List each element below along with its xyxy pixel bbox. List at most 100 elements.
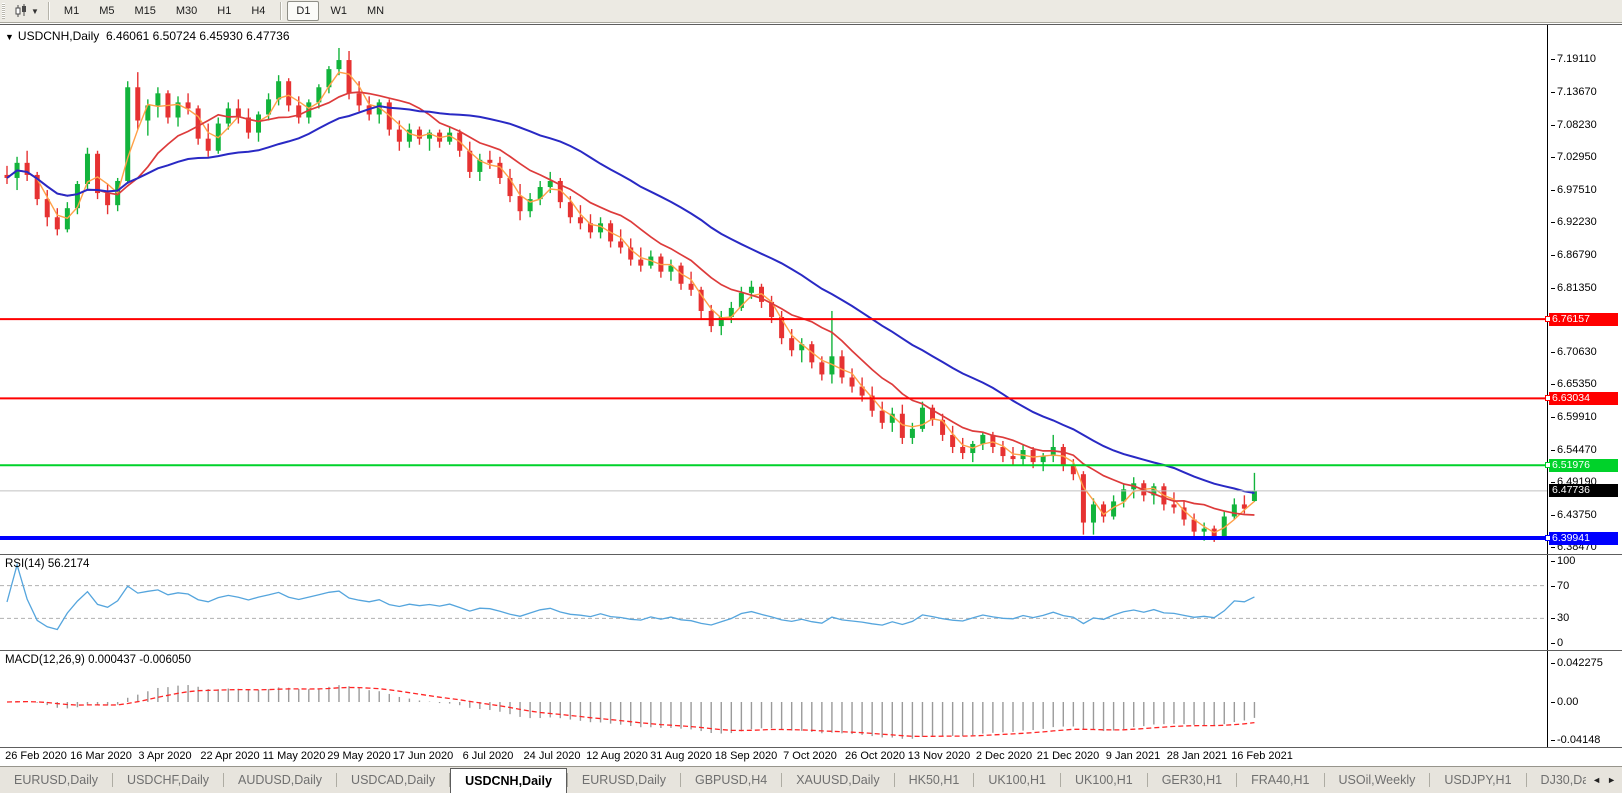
timeframe-button-d1[interactable]: D1 (287, 1, 320, 21)
macd-axis[interactable]: 0.042275 0.00 -0.04148 (1547, 651, 1622, 747)
price-tick: 7.13670 (1551, 86, 1597, 99)
rsi-tick: 30 (1551, 612, 1569, 625)
timeframe-button-group: M1 M5 M15 M30 H1 H4 D1 W1 MN (54, 1, 394, 21)
tab-audusd[interactable]: AUDUSD,Daily (224, 767, 336, 793)
date-label: 21 Dec 2020 (1036, 750, 1100, 762)
price-tick: 7.08230 (1551, 119, 1597, 132)
tab-uk100[interactable]: UK100,H1 (974, 767, 1060, 793)
level-line-marker (1545, 395, 1551, 401)
level-badge-6.39941: 6.39941 (1549, 532, 1618, 545)
timeframe-button-h4[interactable]: H4 (242, 1, 274, 21)
tab-eurusd[interactable]: EURUSD,Daily (568, 767, 680, 793)
date-label: 3 Apr 2020 (138, 750, 192, 762)
date-label: 11 May 2020 (262, 750, 326, 762)
price-tick: 6.70630 (1551, 346, 1597, 359)
level-badge-6.63034: 6.63034 (1549, 392, 1618, 405)
ohlc-high: 6.50724 (152, 29, 197, 43)
rsi-axis[interactable]: 100 70 30 0 (1547, 555, 1622, 650)
toolbar-grip[interactable] (2, 3, 5, 19)
price-tick: 6.97510 (1551, 184, 1597, 197)
rsi-line (6, 562, 1255, 631)
macd-tick: 0.042275 (1551, 657, 1603, 670)
timeframe-button-m5[interactable]: M5 (90, 1, 123, 21)
timeframe-button-m1[interactable]: M1 (55, 1, 88, 21)
date-label: 29 May 2020 (327, 750, 391, 762)
date-label: 28 Jan 2021 (1166, 750, 1228, 762)
tab-scroll-right-icon[interactable]: ► (1607, 775, 1616, 785)
macd-pane[interactable]: MACD(12,26,9) 0.000437 -0.006050 0.04227… (0, 650, 1622, 748)
candlestick-chart-icon[interactable] (12, 3, 30, 19)
rsi-tick: 0 (1551, 637, 1563, 650)
tab-uk100[interactable]: UK100,H1 (1061, 767, 1147, 793)
date-label: 16 Feb 2021 (1231, 750, 1293, 762)
toolbar-separator (47, 2, 49, 20)
level-line-marker (1545, 535, 1551, 541)
chart-tabs: EURUSD,Daily USDCHF,Daily AUDUSD,Daily USDC… (0, 767, 1622, 793)
date-label: 6 Jul 2020 (462, 750, 514, 762)
tab-usoil[interactable]: USOil,Weekly (1325, 767, 1430, 793)
level-line-marker (1545, 462, 1551, 468)
chart-tab-bar: EURUSD,Daily USDCHF,Daily AUDUSD,Daily USDC… (0, 766, 1622, 793)
timeframe-button-m30[interactable]: M30 (167, 1, 206, 21)
date-label: 16 Mar 2020 (70, 750, 132, 762)
macd-label: MACD(12,26,9) 0.000437 -0.006050 (5, 654, 192, 666)
candlestick-plot[interactable] (0, 25, 1548, 554)
date-label: 9 Jan 2021 (1105, 750, 1161, 762)
macd-tick: -0.04148 (1551, 734, 1600, 747)
price-tick: 6.86790 (1551, 249, 1597, 262)
tab-usdcnh[interactable]: USDCNH,Daily (450, 768, 567, 793)
timeframe-button-h1[interactable]: H1 (208, 1, 240, 21)
tab-usdchf[interactable]: USDCHF,Daily (113, 767, 223, 793)
rsi-label: RSI(14) 56.2174 (5, 558, 90, 570)
timeframe-button-mn[interactable]: MN (358, 1, 393, 21)
date-label: 22 Apr 2020 (200, 750, 260, 762)
date-label: 7 Oct 2020 (783, 750, 837, 762)
time-axis[interactable]: 26 Feb 2020 16 Mar 2020 3 Apr 2020 22 Apr 2… (0, 749, 1622, 765)
date-label: 24 Jul 2020 (523, 750, 581, 762)
price-axis[interactable]: 7.19110 7.13670 7.08230 7.02950 6.97510 6.922… (1545, 25, 1622, 554)
toolbar: ▼ M1 M5 M15 M30 H1 H4 D1 W1 MN (0, 0, 1622, 23)
ma-fast-line (6, 71, 1255, 534)
date-label: 18 Sep 2020 (714, 750, 778, 762)
level-badge-6.76157: 6.76157 (1549, 313, 1618, 326)
current-price-badge: 6.47736 (1549, 484, 1618, 497)
tab-scroll-arrows: ◄ ► (1586, 767, 1622, 793)
rsi-pane[interactable]: RSI(14) 56.2174 100 70 30 0 (0, 554, 1622, 650)
tab-hk50[interactable]: HK50,H1 (895, 767, 974, 793)
collapse-arrow-icon[interactable]: ▼ (5, 32, 14, 42)
chart-header: ▼ USDCNH,Daily 6.46061 6.50724 6.45930 6.… (5, 29, 290, 43)
date-label: 31 Aug 2020 (650, 750, 712, 762)
ohlc-close: 6.47736 (246, 29, 290, 43)
chevron-down-icon[interactable]: ▼ (31, 7, 39, 16)
tab-scroll-left-icon[interactable]: ◄ (1592, 775, 1601, 785)
timeframe-button-m15[interactable]: M15 (125, 1, 164, 21)
price-tick: 6.59910 (1551, 411, 1597, 424)
date-label: 13 Nov 2020 (907, 750, 971, 762)
ma-slow-line (6, 105, 1255, 494)
tab-usdcad[interactable]: USDCAD,Daily (337, 767, 449, 793)
tab-xauusd[interactable]: XAUUSD,Daily (782, 767, 893, 793)
tab-eurusd[interactable]: EURUSD,Daily (0, 767, 112, 793)
timeframe-button-w1[interactable]: W1 (321, 1, 356, 21)
tab-usdjpy[interactable]: USDJPY,H1 (1430, 767, 1525, 793)
rsi-tick: 100 (1551, 555, 1575, 568)
price-tick: 6.54470 (1551, 444, 1597, 457)
tab-gbpusd[interactable]: GBPUSD,H4 (681, 767, 781, 793)
tab-fra40[interactable]: FRA40,H1 (1237, 767, 1323, 793)
price-tick: 7.19110 (1551, 53, 1596, 66)
price-tick: 7.02950 (1551, 151, 1597, 164)
rsi-tick: 70 (1551, 580, 1569, 593)
date-label: 12 Aug 2020 (586, 750, 648, 762)
chart-symbol-label: USDCNH,Daily (17, 29, 100, 43)
terminal-window: ▼ M1 M5 M15 M30 H1 H4 D1 W1 MN ▼ USDCNH,Daily 6.4… (0, 0, 1622, 793)
price-tick: 6.43750 (1551, 509, 1597, 522)
date-label: 26 Feb 2020 (5, 750, 67, 762)
tab-ger30[interactable]: GER30,H1 (1148, 767, 1236, 793)
level-line-marker (1545, 316, 1551, 322)
price-tick: 6.92230 (1551, 216, 1597, 229)
level-badge-6.51976: 6.51976 (1549, 459, 1618, 472)
price-tick: 6.65350 (1551, 378, 1597, 391)
toolbar-separator (280, 2, 282, 20)
main-chart-pane[interactable]: ▼ USDCNH,Daily 6.46061 6.50724 6.45930 6.… (0, 24, 1622, 554)
date-label: 2 Dec 2020 (975, 750, 1033, 762)
